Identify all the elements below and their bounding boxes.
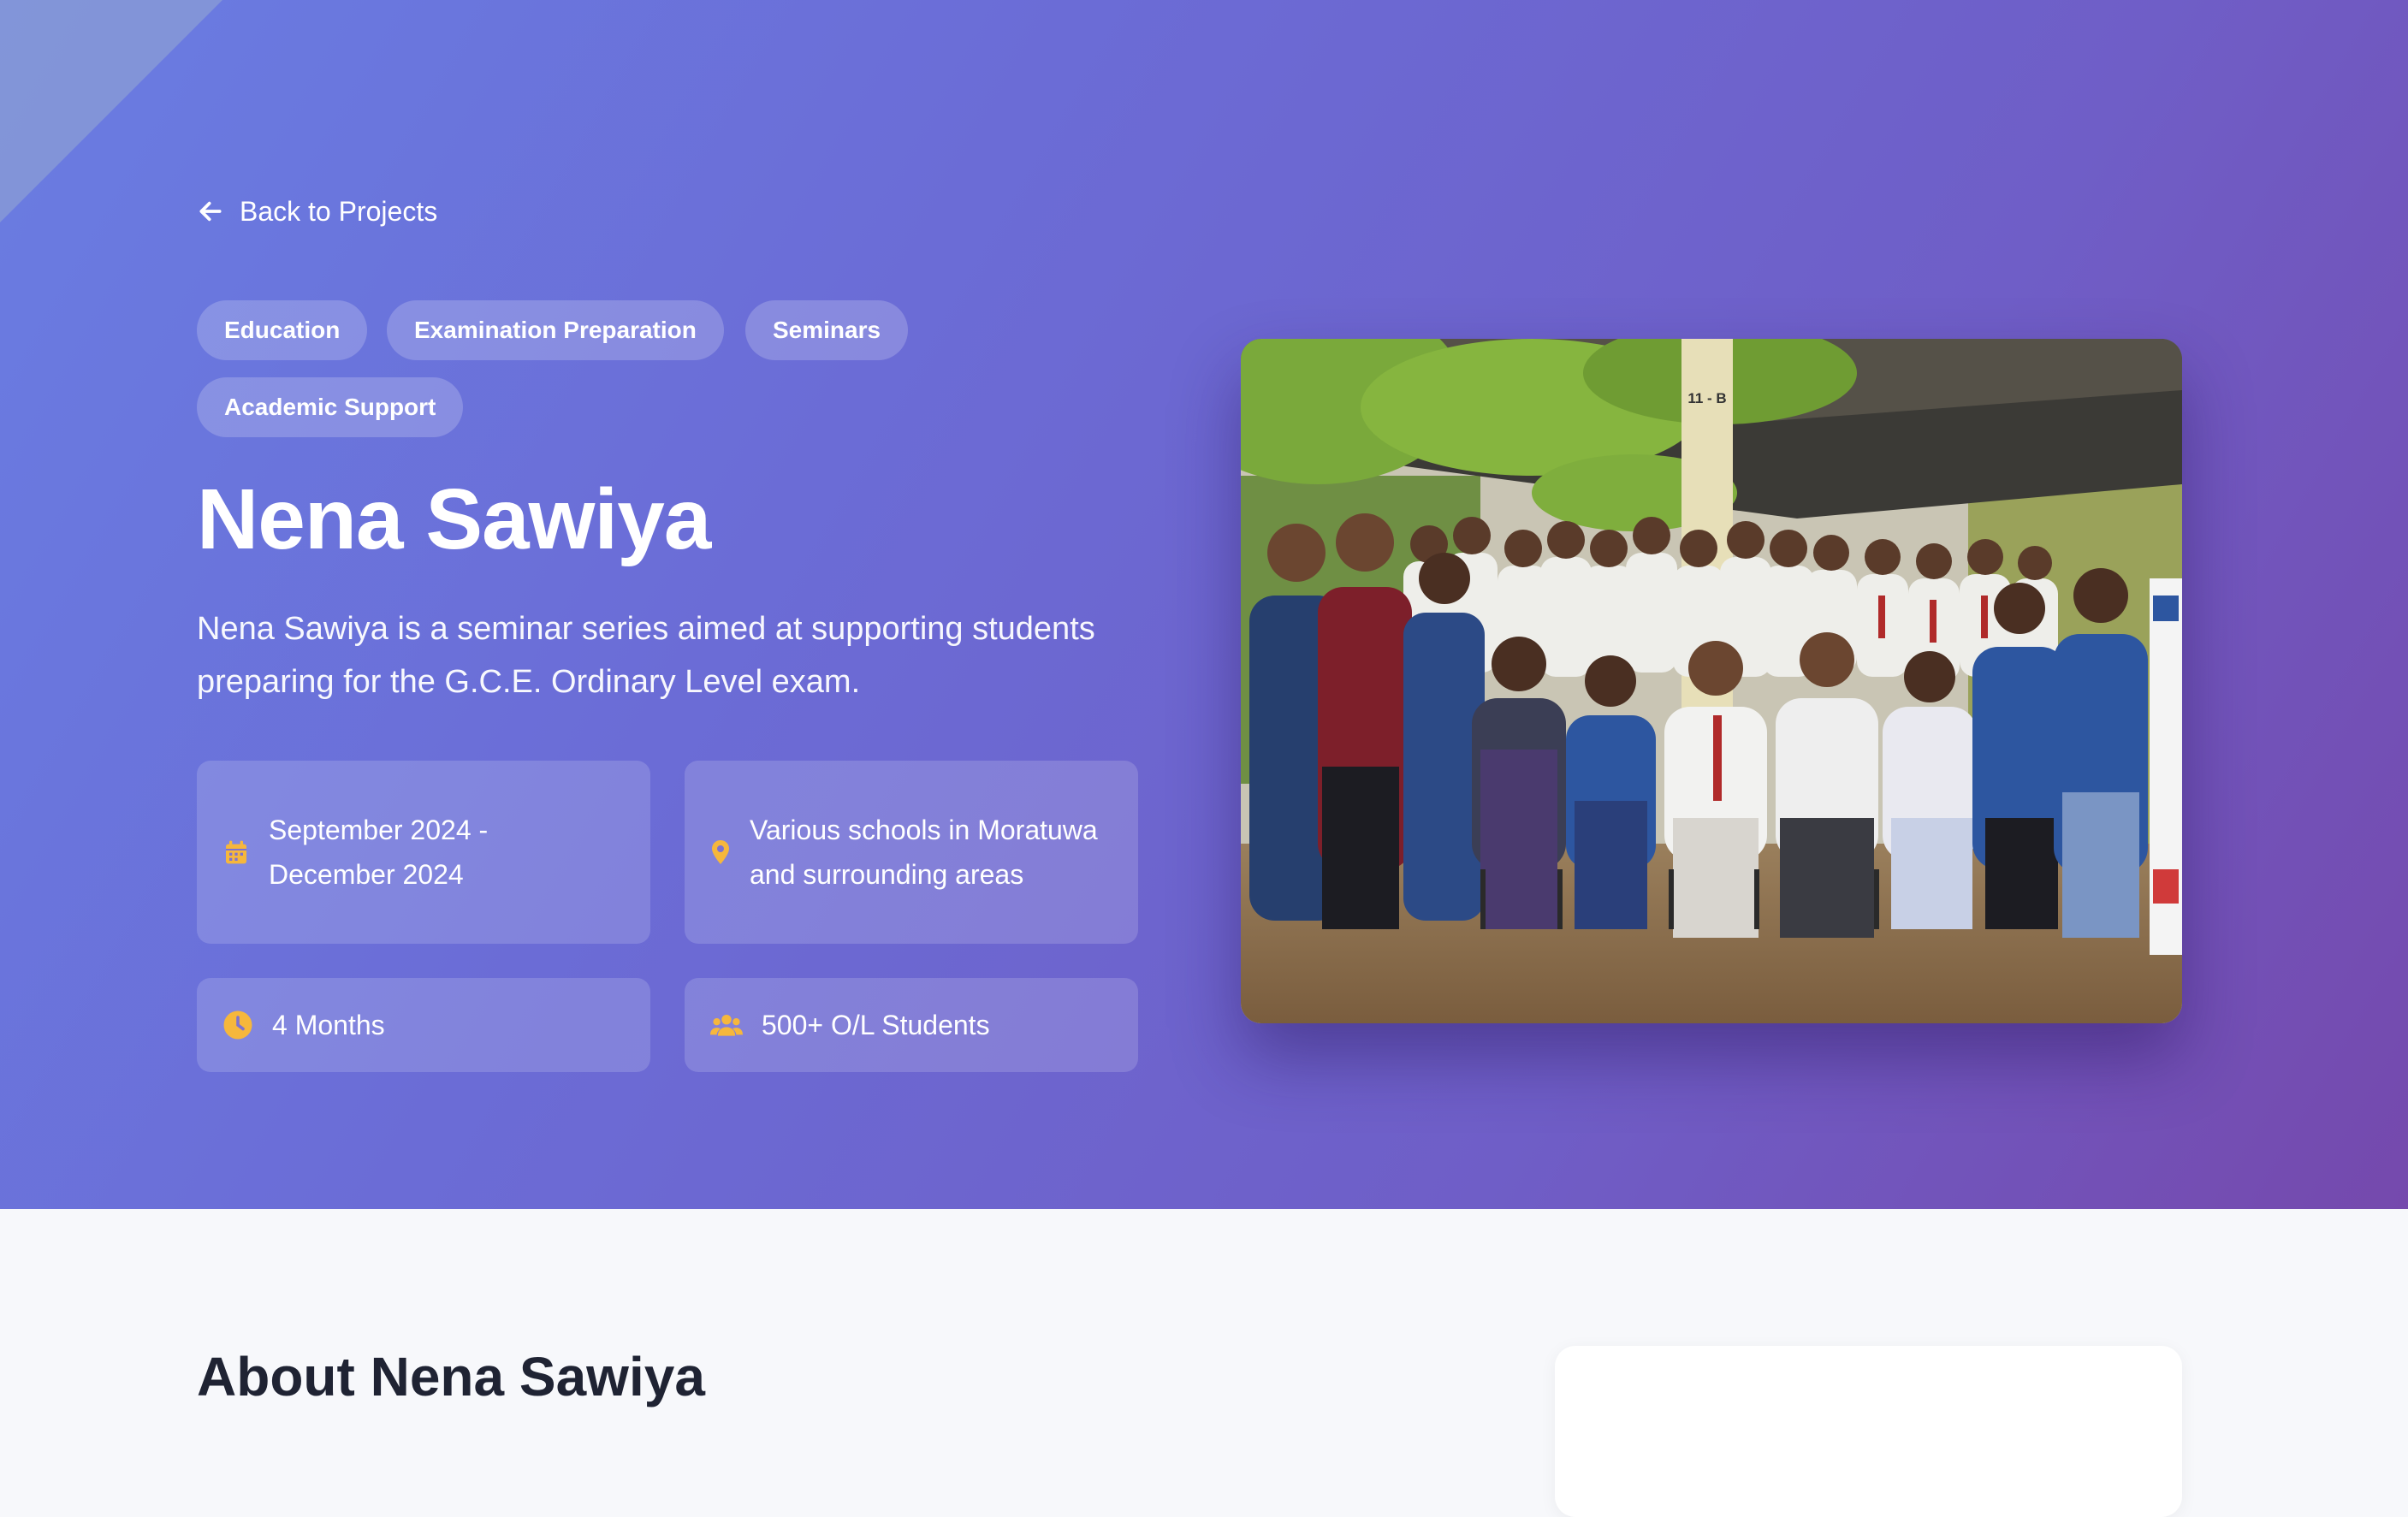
info-duration-text: 4 Months	[272, 1010, 385, 1040]
hero-decoration	[0, 0, 222, 222]
hero-section: Back to Projects Education Examination P…	[0, 0, 2408, 1209]
info-date-text: September 2024 - December 2024	[269, 815, 489, 890]
info-card-duration: 4 Months	[197, 978, 650, 1072]
page-title: Nena Sawiya	[197, 471, 711, 567]
map-pin-icon	[712, 840, 729, 864]
tag-academic-support: Academic Support	[197, 377, 464, 437]
project-photo: 11 - B	[1241, 339, 2182, 1023]
project-sidebar-card	[1555, 1346, 2182, 1517]
tag-seminars: Seminars	[745, 300, 909, 360]
info-card-date: September 2024 - December 2024	[197, 761, 650, 944]
info-participants-text: 500+ O/L Students	[762, 1010, 990, 1040]
back-to-projects-link[interactable]: Back to Projects	[197, 190, 437, 233]
users-icon	[710, 1014, 743, 1036]
info-location-text: Various schools in Moratuwa and surround…	[750, 815, 1098, 890]
info-card-participants: 500+ O/L Students	[685, 978, 1138, 1072]
back-link-label: Back to Projects	[240, 195, 438, 227]
tag-education: Education	[197, 300, 368, 360]
about-section-title: About Nena Sawiya	[197, 1346, 705, 1407]
classroom-sign-text: 11 - B	[1687, 390, 1726, 406]
info-card-location: Various schools in Moratuwa and surround…	[685, 761, 1138, 944]
project-description: Nena Sawiya is a seminar series aimed at…	[197, 611, 1095, 700]
tag-examination-preparation: Examination Preparation	[387, 300, 724, 360]
calendar-icon	[226, 840, 246, 864]
clock-icon	[223, 1010, 252, 1040]
arrow-left-icon	[199, 201, 222, 222]
